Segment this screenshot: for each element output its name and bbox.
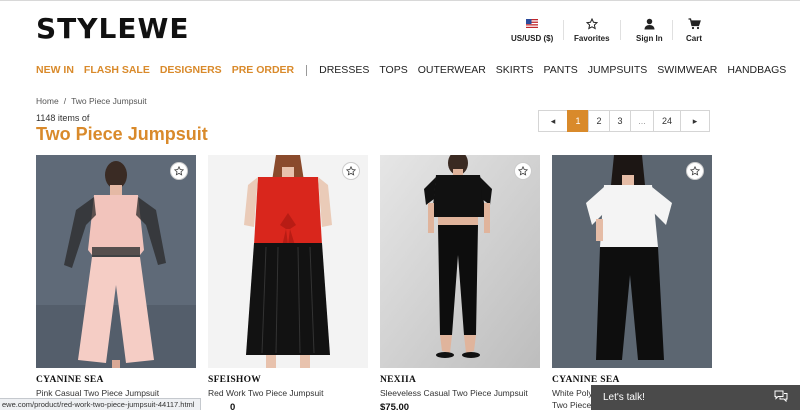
nav-pants[interactable]: PANTS (544, 64, 578, 76)
breadcrumb: Home / Two Piece Jumpsuit (36, 96, 147, 106)
breadcrumb-current: Two Piece Jumpsuit (71, 96, 147, 106)
prev-page-button[interactable]: ◂ (538, 110, 568, 132)
util-divider (620, 20, 621, 40)
cart-link[interactable]: Cart (686, 17, 702, 43)
nav-jumpsuits[interactable]: JUMPSUITS (588, 64, 648, 76)
product-card[interactable]: NEXIIA Sleeveless Casual Two Piece Jumps… (380, 155, 540, 410)
chat-bubble-icon (774, 390, 788, 405)
currency-selector[interactable]: US/USD ($) (511, 17, 553, 43)
product-price: 0 (230, 402, 236, 410)
util-divider (563, 20, 564, 40)
product-image[interactable] (208, 155, 368, 368)
nav-divider (306, 64, 308, 76)
chat-label: Let's talk! (603, 392, 645, 403)
nav-new-in[interactable]: NEW IN (36, 64, 74, 76)
breadcrumb-home[interactable]: Home (36, 96, 59, 106)
nav-outerwear[interactable]: OUTERWEAR (418, 64, 486, 76)
product-brand[interactable]: SFEISHOW (208, 375, 368, 385)
favorite-star-button[interactable] (170, 162, 188, 180)
pagination: ◂ 1 2 3 ... 24 ▸ (538, 110, 710, 132)
favorite-star-button[interactable] (514, 162, 532, 180)
us-flag-icon (526, 17, 539, 30)
signin-link[interactable]: Sign In (636, 17, 663, 43)
user-icon (644, 17, 655, 30)
page-ellipsis: ... (630, 110, 654, 132)
product-name[interactable]: Red Work Two Piece Jumpsuit (208, 388, 368, 398)
product-name[interactable]: Pink Casual Two Piece Jumpsuit (36, 388, 196, 398)
star-icon (518, 166, 528, 176)
nav-skirts[interactable]: SKIRTS (496, 64, 534, 76)
favorites-label: Favorites (574, 34, 610, 43)
page-title: Two Piece Jumpsuit (36, 124, 208, 144)
nav-designers[interactable]: DESIGNERS (160, 64, 222, 76)
nav-handbags[interactable]: HANDBAGS (727, 64, 786, 76)
link-status-bar: ewe.com/product/red-work-two-piece-jumps… (0, 398, 202, 410)
util-divider (672, 20, 673, 40)
nav-swimwear[interactable]: SWIMWEAR (657, 64, 717, 76)
product-card[interactable]: CYANINE SEA Pink Casual Two Piece Jumpsu… (36, 155, 196, 398)
currency-label: US/USD ($) (511, 34, 554, 43)
breadcrumb-separator: / (63, 96, 67, 106)
nav-flash-sale[interactable]: FLASH SALE (84, 64, 150, 76)
page-1-button[interactable]: 1 (567, 110, 589, 132)
product-price: $75.00 (380, 402, 410, 410)
product-name[interactable]: Sleeveless Casual Two Piece Jumpsuit (380, 388, 540, 398)
product-card[interactable]: SFEISHOW Red Work Two Piece Jumpsuit 0 (208, 155, 368, 410)
live-chat-widget[interactable]: Let's talk! (591, 385, 800, 410)
product-image[interactable] (380, 155, 540, 368)
nav-pre-order[interactable]: PRE ORDER (232, 64, 294, 76)
top-border (0, 0, 800, 1)
item-count: 1148 items of (36, 113, 90, 123)
star-icon (346, 166, 356, 176)
product-brand[interactable]: CYANINE SEA (552, 375, 712, 385)
nav-tops[interactable]: TOPS (379, 64, 407, 76)
stylewe-logo[interactable]: STYLEWE (36, 12, 190, 45)
page-2-button[interactable]: 2 (588, 110, 610, 132)
star-icon (585, 17, 598, 30)
product-image[interactable] (36, 155, 196, 368)
page-24-button[interactable]: 24 (653, 110, 681, 132)
favorite-star-button[interactable] (686, 162, 704, 180)
main-nav: NEW IN FLASH SALE DESIGNERS PRE ORDER DR… (36, 64, 796, 76)
favorite-star-button[interactable] (342, 162, 360, 180)
cart-label: Cart (686, 34, 703, 43)
product-brand[interactable]: CYANINE SEA (36, 375, 196, 385)
product-image[interactable] (552, 155, 712, 368)
next-page-button[interactable]: ▸ (680, 110, 710, 132)
star-icon (690, 166, 700, 176)
cart-icon (688, 17, 701, 30)
page-3-button[interactable]: 3 (609, 110, 631, 132)
product-brand[interactable]: NEXIIA (380, 375, 540, 385)
favorites-link[interactable]: Favorites (574, 17, 610, 43)
star-icon (174, 166, 184, 176)
product-card[interactable]: CYANINE SEA White Polye Two Piece J (552, 155, 712, 410)
nav-dresses[interactable]: DRESSES (319, 64, 369, 76)
signin-label: Sign In (636, 34, 663, 43)
